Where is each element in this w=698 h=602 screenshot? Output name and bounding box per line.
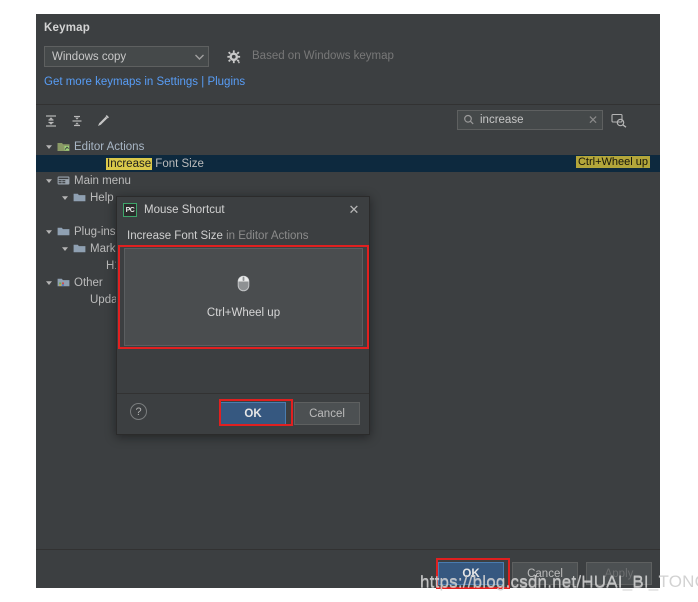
toolbar-divider xyxy=(36,104,660,105)
folder-icon xyxy=(71,243,87,254)
find-by-shortcut-icon[interactable] xyxy=(608,110,630,130)
table-row[interactable]: Increase Font Size Ctrl+Wheel up xyxy=(36,155,660,172)
close-icon[interactable]: ✕ xyxy=(347,202,361,216)
keymap-select-value: Windows copy xyxy=(52,50,127,63)
status-badge: Ctrl+Wheel up xyxy=(575,156,650,168)
main-menu-icon xyxy=(55,175,71,186)
folder-icon xyxy=(55,226,71,237)
chevron-down-icon[interactable] xyxy=(42,143,55,151)
table-row[interactable]: Main menu xyxy=(36,172,660,189)
mouse-shortcut-dialog: PC Mouse Shortcut ✕ Increase Font Size i… xyxy=(116,196,370,435)
get-more-keymaps-link[interactable]: Get more keymaps in Settings | Plugins xyxy=(44,76,245,88)
get-more-keymaps-prefix: Get more keymaps in Settings xyxy=(44,76,199,88)
captured-shortcut-text: Ctrl+Wheel up xyxy=(206,307,281,319)
table-row[interactable]: Editor Actions xyxy=(36,138,660,155)
tree-item-label: Increase Font Size xyxy=(103,157,204,170)
shortcut-capture-area[interactable]: Ctrl+Wheel up xyxy=(124,248,363,346)
dialog-subtitle-action: Increase Font Size xyxy=(127,230,223,242)
search-match-highlight: Increase xyxy=(106,157,153,170)
help-button[interactable]: ? xyxy=(130,403,147,420)
dialog-title: Mouse Shortcut xyxy=(144,204,225,216)
gear-icon[interactable] xyxy=(225,48,243,66)
chevron-down-icon[interactable] xyxy=(42,228,55,236)
dialog-cancel-button[interactable]: Cancel xyxy=(294,402,360,425)
tree-item-label: Mark xyxy=(90,242,116,255)
chevron-down-icon xyxy=(190,54,208,60)
tree-item-label: Help xyxy=(90,191,114,204)
pycharm-icon: PC xyxy=(123,203,137,217)
clear-icon[interactable]: ✕ xyxy=(584,113,602,127)
keymap-selector-row: Windows copy Based on Windows keymap xyxy=(44,46,644,68)
based-on-label: Based on Windows keymap xyxy=(252,50,394,62)
dialog-button-bar: OK Cancel xyxy=(220,402,360,425)
search-icon xyxy=(458,114,480,126)
keymap-select[interactable]: Windows copy xyxy=(44,46,209,67)
tree-toolbar xyxy=(40,108,114,134)
dialog-titlebar: PC Mouse Shortcut ✕ xyxy=(117,197,369,223)
other-icon xyxy=(55,277,71,288)
search-input[interactable]: increase ✕ xyxy=(457,110,603,130)
collapse-all-icon[interactable] xyxy=(66,110,88,132)
dialog-bottom-divider xyxy=(117,393,369,394)
tree-item-label: Editor Actions xyxy=(74,140,145,153)
tree-item-label: Other xyxy=(74,276,103,289)
dialog-ok-button[interactable]: OK xyxy=(220,402,286,425)
screenshot-root: Keymap Windows copy Based on Windows key… xyxy=(0,0,698,602)
expand-all-icon[interactable] xyxy=(40,110,62,132)
chevron-down-icon[interactable] xyxy=(58,245,71,253)
edit-shortcut-icon[interactable] xyxy=(92,110,114,132)
dialog-subtitle-context: in Editor Actions xyxy=(222,230,309,242)
search-input-value[interactable]: increase xyxy=(480,114,584,126)
page-title: Keymap xyxy=(44,22,90,34)
chevron-down-icon[interactable] xyxy=(42,177,55,185)
tree-item-label: Upda xyxy=(90,293,118,306)
folder-icon xyxy=(71,192,87,203)
mouse-wheel-up-icon xyxy=(237,275,250,297)
dialog-subtitle: Increase Font Size in Editor Actions xyxy=(127,230,309,242)
watermark-text: https://blog.csdn.net/HUAI_BI_TONG xyxy=(420,572,698,591)
tree-item-label-rest: Font Size xyxy=(152,157,204,170)
panel-bottom-divider xyxy=(36,549,660,550)
chevron-down-icon[interactable] xyxy=(58,194,71,202)
chevron-down-icon[interactable] xyxy=(42,279,55,287)
editor-actions-icon xyxy=(55,141,71,153)
tree-item-label: Plug-ins xyxy=(74,225,116,238)
get-more-keymaps-plugins[interactable]: Plugins xyxy=(207,76,245,88)
tree-item-label: Main menu xyxy=(74,174,131,187)
